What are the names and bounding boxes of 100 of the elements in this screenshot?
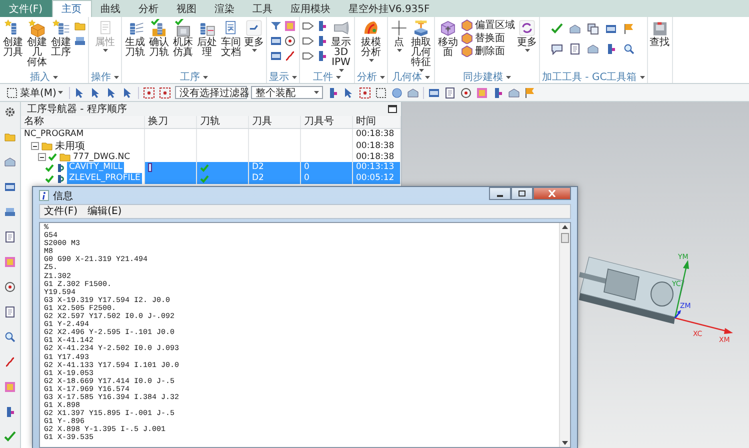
block-icon[interactable]: [4, 156, 16, 168]
ribbon-button[interactable]: 更多: [517, 19, 537, 52]
flag-icon[interactable]: [524, 86, 536, 98]
ribbon-tab[interactable]: 主页: [52, 0, 92, 17]
block-icon[interactable]: [407, 86, 420, 98]
ribbon-tab[interactable]: 应用模块: [282, 0, 340, 17]
target-icon[interactable]: [460, 86, 472, 98]
launcher-icon: [203, 76, 208, 79]
ribbon-button[interactable]: 创建工序: [50, 19, 72, 58]
ribbon-button[interactable]: 机床仿真: [172, 19, 194, 58]
column-header[interactable]: 时间: [356, 116, 376, 128]
cutter-star-icon: [52, 19, 70, 37]
expand-toggle[interactable]: [38, 153, 46, 161]
search-icon[interactable]: [4, 331, 16, 343]
frame-icon[interactable]: [375, 86, 388, 98]
ribbon-tab[interactable]: 渲染: [206, 0, 244, 17]
ribbon-button[interactable]: 后处理: [196, 19, 218, 58]
tag-icon[interactable]: [302, 20, 314, 32]
ribbon-tab[interactable]: 曲线: [92, 0, 130, 17]
group-label: 分析: [357, 72, 377, 83]
column-header[interactable]: 换刀: [148, 116, 168, 128]
ribbon-button[interactable]: 拔模分析: [360, 19, 382, 62]
ribbon-tab[interactable]: 工具: [244, 0, 282, 17]
crosshair-icon: [390, 19, 408, 37]
info-dialog[interactable]: [32, 186, 578, 448]
ribbon-button[interactable]: 替换面: [461, 32, 515, 44]
flag-icon[interactable]: [623, 23, 636, 35]
speech-bubble-icon[interactable]: [551, 43, 564, 55]
palette-icon[interactable]: [4, 256, 16, 268]
document-icon[interactable]: [4, 306, 16, 318]
snap-point-icon[interactable]: [359, 86, 372, 98]
ribbon-button[interactable]: 更多: [244, 19, 264, 52]
palette-icon[interactable]: [4, 381, 16, 393]
copy-icon[interactable]: [587, 23, 600, 35]
ribbon-button[interactable]: 移动面: [437, 19, 459, 58]
ribbon-tab[interactable]: 分析: [130, 0, 168, 17]
monitor-icon[interactable]: [428, 86, 440, 98]
minimize-button[interactable]: [489, 187, 511, 200]
maximize-button[interactable]: [511, 187, 533, 200]
ribbon-tab[interactable]: 视图: [168, 0, 206, 17]
column-header[interactable]: 名称: [24, 116, 44, 128]
ribbon-button[interactable]: 生成刀轨: [124, 19, 146, 58]
node-label: ZLEVEL_PROFILE: [67, 173, 142, 184]
curve-icon[interactable]: [4, 356, 16, 368]
tree-row[interactable]: NC_PROGRAM 00:18:38: [21, 129, 401, 140]
close-button[interactable]: [533, 187, 571, 200]
settings-icon[interactable]: [4, 106, 16, 118]
menu-button[interactable]: 菜单(M): [4, 86, 66, 100]
file-menu-button[interactable]: 文件(F): [0, 0, 52, 17]
table-cell: 0: [304, 173, 310, 184]
ribbon-button[interactable]: 偏置区域: [461, 19, 515, 31]
snap-point-icon[interactable]: [143, 86, 156, 98]
layers-icon[interactable]: [74, 35, 86, 47]
scrollbar-thumb[interactable]: [561, 233, 569, 243]
ribbon-button[interactable]: 删除面: [461, 45, 515, 57]
curve-icon[interactable]: [284, 50, 296, 62]
expand-toggle[interactable]: [31, 142, 39, 150]
launcher-icon: [380, 76, 385, 79]
search-icon[interactable]: [623, 43, 636, 55]
selection-filter-dropdown[interactable]: 没有选择过滤器: [175, 86, 248, 99]
ribbon-button[interactable]: 创建几何体: [26, 19, 48, 68]
ribbon-button[interactable]: 显示 3D IPW: [330, 19, 352, 72]
tag-icon[interactable]: [302, 50, 314, 62]
monitor-icon[interactable]: [4, 181, 16, 193]
document-icon[interactable]: [4, 231, 16, 243]
target-icon[interactable]: [4, 281, 16, 293]
ribbon-button[interactable]: 确认刀轨: [148, 19, 170, 58]
group-label: 几何体: [392, 72, 422, 83]
ribbon-button[interactable]: 抽取几何特征: [410, 19, 432, 72]
column-header[interactable]: 刀具号: [304, 116, 334, 128]
monitor-icon[interactable]: [605, 23, 618, 35]
selection-filter-dropdown[interactable]: 整个装配: [251, 86, 324, 99]
tag-icon[interactable]: [302, 35, 314, 47]
scroll-arrow-icon[interactable]: [561, 439, 569, 447]
column-header[interactable]: 刀具: [252, 116, 272, 128]
sphere-icon[interactable]: [391, 86, 404, 98]
ribbon-tab[interactable]: 星空外挂V6.935F: [340, 0, 439, 17]
ribbon-button[interactable]: 车间文档: [220, 19, 242, 58]
snap-point-icon[interactable]: [159, 86, 172, 98]
ribbon-button[interactable]: 创建刀具: [2, 19, 24, 58]
document-icon[interactable]: [444, 86, 456, 98]
layers-icon[interactable]: [4, 206, 16, 218]
monitor-icon[interactable]: [270, 35, 282, 47]
tree-row[interactable]: 未用项 00:18:38: [21, 140, 401, 151]
document-icon[interactable]: [569, 43, 582, 55]
column-header[interactable]: 刀轨: [200, 116, 220, 128]
check-icon[interactable]: [4, 431, 16, 443]
ribbon-button[interactable]: 查找: [650, 19, 670, 48]
menu-item[interactable]: 编辑(E): [88, 206, 122, 218]
filter-icon[interactable]: [270, 20, 282, 32]
check-icon[interactable]: [551, 23, 564, 35]
maximize-icon[interactable]: [388, 105, 397, 113]
block-icon[interactable]: [508, 86, 520, 98]
block-icon[interactable]: [587, 43, 600, 55]
monitor-icon[interactable]: [270, 50, 282, 62]
target-icon[interactable]: [284, 35, 296, 47]
scroll-arrow-icon[interactable]: [561, 223, 569, 231]
block-icon[interactable]: [569, 23, 582, 35]
menu-item[interactable]: 文件(F): [44, 206, 78, 218]
ribbon-button[interactable]: 点: [390, 19, 408, 52]
